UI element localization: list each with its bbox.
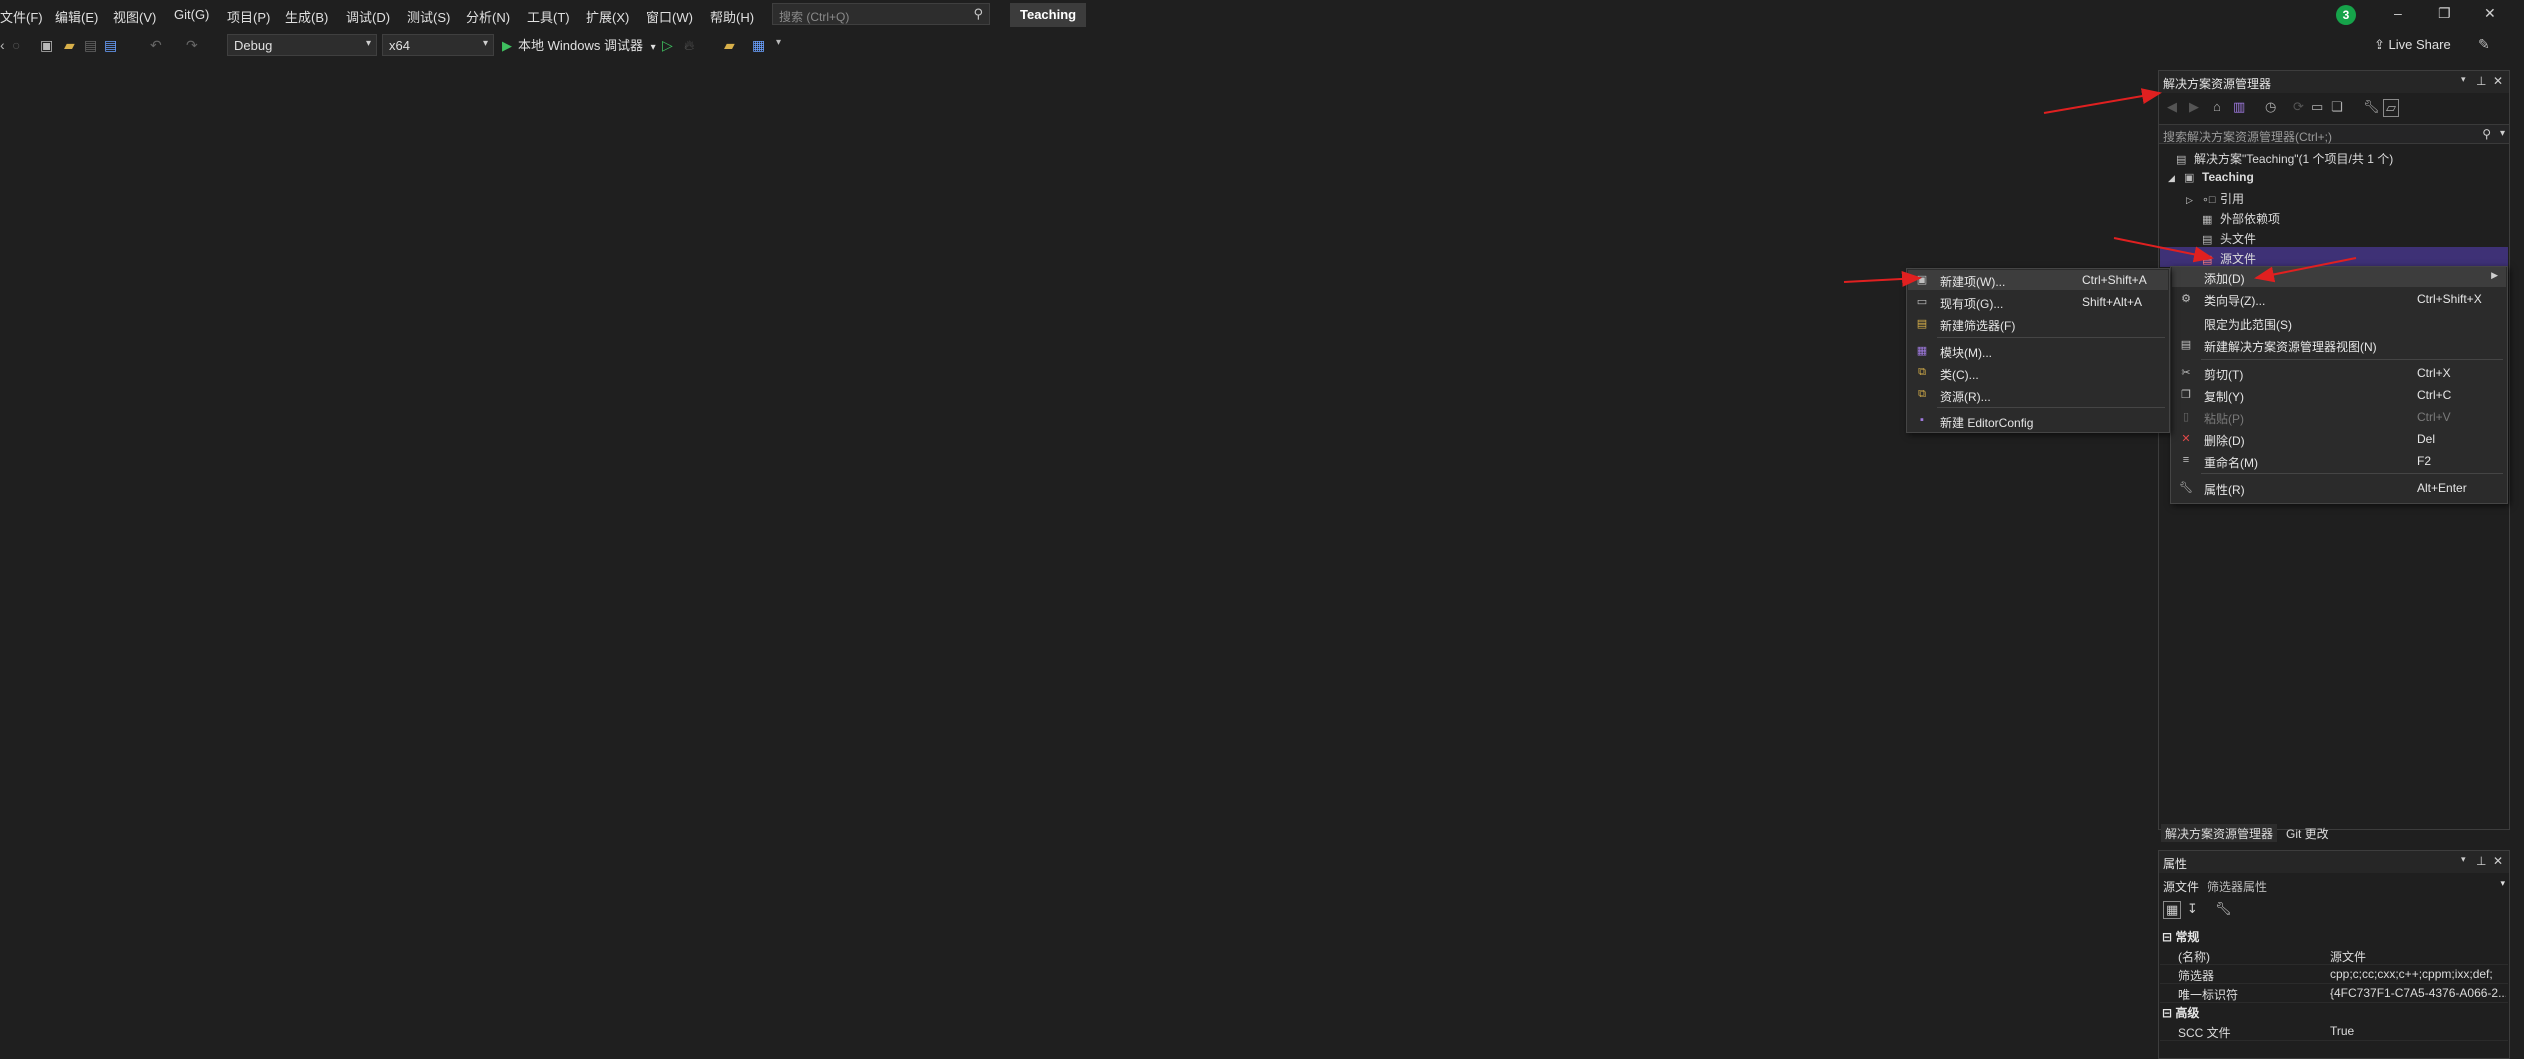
annotation-arrow-new-item bbox=[1843, 270, 1922, 287]
annotation-arrow-explorer bbox=[2043, 88, 2162, 114]
annotation-arrows bbox=[1843, 88, 2357, 287]
annotation-arrow-add bbox=[2254, 257, 2357, 283]
annotation-arrow-source-files bbox=[2113, 237, 2214, 263]
